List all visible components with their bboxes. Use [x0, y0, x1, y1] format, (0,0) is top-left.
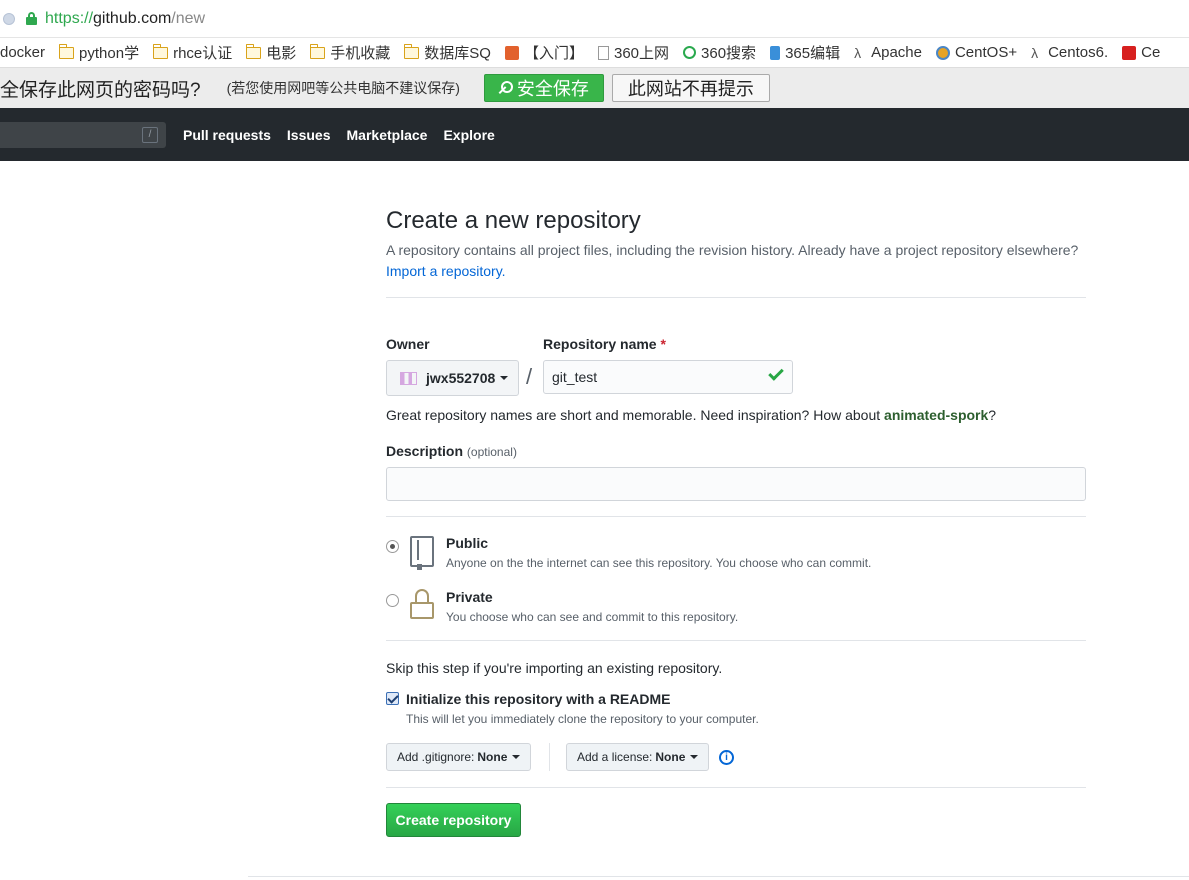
- page-icon: [598, 45, 609, 60]
- bookmark-label: docker: [0, 44, 46, 61]
- apache-icon: λ: [854, 44, 862, 61]
- folder-icon: [309, 43, 326, 59]
- bookmark-item[interactable]: 手机收藏: [309, 42, 391, 63]
- apache-icon: λ: [1031, 44, 1039, 61]
- password-save-question: 全保存此网页的密码吗?: [0, 79, 201, 101]
- divider: [386, 516, 1086, 517]
- site-info-icon[interactable]: [3, 12, 15, 25]
- nav-marketplace[interactable]: Marketplace: [347, 127, 428, 143]
- private-radio[interactable]: [386, 594, 399, 607]
- bookmarks-bar: docker python学 rhce认证 电影 手机收藏 数据库SQ 【入门】 360上网 3…: [0, 38, 1189, 67]
- folder-icon: [403, 43, 420, 59]
- password-save-note: (若您使用网吧等公共电脑不建议保存): [226, 80, 460, 96]
- bookmark-label: 电影: [266, 45, 297, 62]
- folder-icon: [245, 43, 262, 59]
- check-icon: [768, 365, 784, 381]
- nav-explore[interactable]: Explore: [443, 127, 494, 143]
- url-text[interactable]: https://github.com/new: [45, 10, 205, 28]
- bookmark-item[interactable]: 365编辑: [770, 42, 840, 63]
- caret-down-icon: [690, 755, 699, 759]
- red-icon: [1122, 45, 1137, 60]
- divider: [386, 640, 1086, 641]
- divider: [549, 743, 550, 771]
- lock-icon: [410, 589, 434, 620]
- init-readme-label[interactable]: Initialize this repository with a README: [406, 691, 670, 707]
- save-password-button[interactable]: 安全保存: [483, 74, 604, 102]
- avatar: [400, 371, 417, 385]
- public-radio[interactable]: [386, 540, 399, 553]
- create-repository-button[interactable]: Create repository: [386, 803, 521, 837]
- caret-down-icon: [512, 755, 521, 759]
- name-suggestion[interactable]: animated-spork: [884, 407, 988, 423]
- bookmark-item[interactable]: 电影: [245, 42, 297, 63]
- private-title: Private: [446, 589, 493, 605]
- public-title: Public: [446, 535, 489, 551]
- header-nav: Pull requests Issues Marketplace Explore: [183, 127, 511, 143]
- key-icon: [499, 81, 513, 95]
- bookmark-label: 手机收藏: [330, 45, 391, 62]
- nav-issues[interactable]: Issues: [287, 127, 331, 143]
- bookmark-item[interactable]: 360搜索: [683, 42, 756, 63]
- description-input[interactable]: [386, 467, 1086, 501]
- bookmark-item[interactable]: CentOS+: [935, 44, 1018, 61]
- repo-name-label: Repository name *: [543, 336, 666, 352]
- bookmark-item[interactable]: docker: [0, 44, 45, 61]
- bookmark-label: 360上网: [614, 45, 670, 62]
- skip-step-text: Skip this step if you're importing an ex…: [386, 660, 723, 676]
- footer-divider: [248, 876, 1189, 877]
- github-header: / Pull requests Issues Marketplace Explo…: [0, 108, 1189, 161]
- bookmark-label: CentOS+: [954, 44, 1018, 61]
- bookmark-label: Apache: [871, 44, 922, 61]
- owner-label: Owner: [386, 336, 430, 352]
- bookmark-item[interactable]: rhce认证: [152, 42, 233, 63]
- description-label: Description (optional): [386, 443, 517, 459]
- bookmark-label: 360搜索: [701, 45, 757, 62]
- bookmark-item[interactable]: Ce: [1122, 44, 1160, 61]
- bookmark-item[interactable]: 数据库SQ: [403, 42, 491, 63]
- repo-icon: [410, 536, 434, 570]
- bookmark-item[interactable]: 【入门】: [504, 42, 584, 63]
- gitignore-select[interactable]: Add .gitignore: None: [386, 743, 532, 771]
- lock-icon[interactable]: [26, 12, 37, 25]
- repo-name-hint: Great repository names are short and mem…: [386, 407, 997, 423]
- bookmark-label: rhce认证: [173, 45, 233, 62]
- address-bar[interactable]: https://github.com/new: [0, 0, 1189, 38]
- search-input[interactable]: /: [0, 121, 166, 148]
- nav-pull-requests[interactable]: Pull requests: [183, 127, 271, 143]
- bookmark-label: Ce: [1141, 44, 1161, 61]
- page-subtitle: A repository contains all project files,…: [386, 242, 1079, 279]
- owner-select[interactable]: jwx552708: [386, 360, 519, 396]
- bookmark-label: 365编辑: [785, 45, 841, 62]
- bookmark-item[interactable]: λ Apache: [854, 44, 922, 61]
- password-save-bar: 全保存此网页的密码吗? (若您使用网吧等公共电脑不建议保存) 安全保存 此网站不…: [0, 67, 1189, 108]
- owner-repo-separator: /: [526, 364, 533, 389]
- bookmark-label: Centos6.: [1048, 44, 1109, 61]
- caret-down-icon: [500, 376, 509, 380]
- bookmark-item[interactable]: python学: [58, 42, 140, 63]
- page-title: Create a new repository: [386, 207, 641, 234]
- init-readme-description: This will let you immediately clone the …: [406, 712, 759, 726]
- bookmark-item[interactable]: 360上网: [598, 42, 669, 63]
- private-description: You choose who can see and commit to thi…: [446, 610, 739, 624]
- folder-icon: [58, 43, 75, 59]
- bookmark-item[interactable]: λ Centos6.: [1031, 44, 1108, 61]
- bookmark-label: python学: [79, 45, 140, 62]
- slash-shortcut-icon: /: [142, 126, 158, 143]
- import-repository-link[interactable]: Import a repository.: [386, 263, 506, 279]
- repo-name-input[interactable]: git_test: [543, 360, 793, 394]
- orange-icon: [504, 45, 519, 60]
- bookmark-label: 数据库SQ: [424, 45, 491, 62]
- bookmark-label: 【入门】: [523, 45, 584, 62]
- blue-icon: [770, 45, 781, 60]
- info-icon[interactable]: i: [719, 750, 734, 765]
- init-readme-checkbox[interactable]: [386, 692, 399, 705]
- license-select[interactable]: Add a license: None: [566, 743, 710, 771]
- never-remind-button[interactable]: 此网站不再提示: [611, 74, 770, 102]
- divider: [386, 297, 1086, 298]
- centos-icon: [935, 45, 950, 60]
- search360-icon: [683, 46, 697, 59]
- folder-icon: [152, 43, 169, 59]
- divider: [386, 787, 1086, 788]
- public-description: Anyone on the the internet can see this …: [446, 556, 872, 570]
